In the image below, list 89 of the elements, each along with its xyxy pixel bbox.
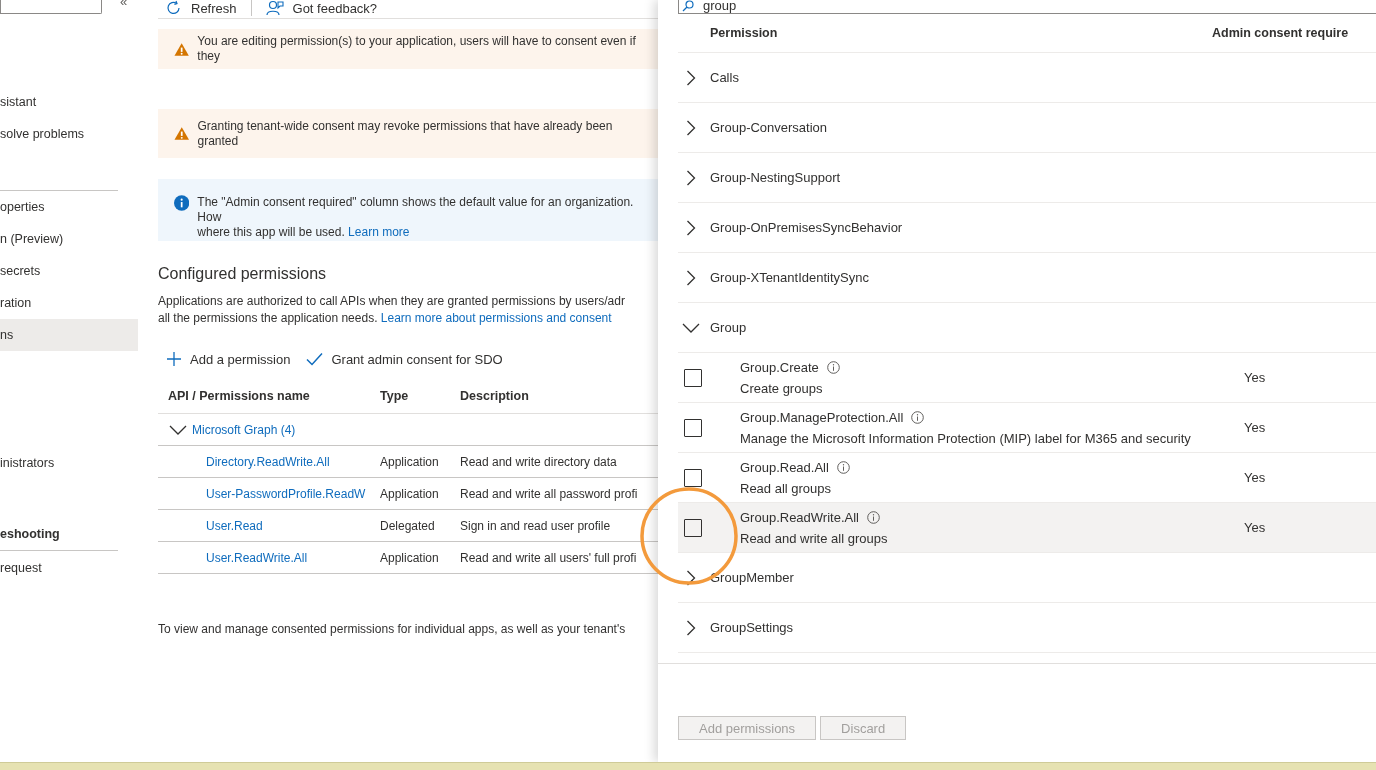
permission-group[interactable]: Group bbox=[710, 320, 747, 335]
permission-name: Group.Read.All bbox=[740, 459, 829, 475]
nav-item[interactable]: n (Preview) bbox=[0, 223, 138, 255]
refresh-icon bbox=[166, 0, 182, 16]
chevron-right-icon[interactable] bbox=[686, 119, 696, 136]
admin-consent-value: Yes bbox=[1244, 470, 1266, 485]
table-cell: Application bbox=[380, 486, 439, 501]
permission-group[interactable]: Calls bbox=[710, 70, 739, 85]
chevron-right-icon[interactable] bbox=[686, 219, 696, 236]
chevron-right-icon[interactable] bbox=[686, 619, 696, 636]
info-icon bbox=[174, 195, 190, 211]
nav-item[interactable]: secrets bbox=[0, 255, 138, 287]
permission-description: Create groups bbox=[740, 380, 824, 396]
grant-consent-button[interactable]: Grant admin consent for SDO bbox=[306, 351, 503, 367]
permission-group[interactable]: GroupSettings bbox=[710, 620, 794, 635]
section-description: Applications are authorized to call APIs when they are granted permissions by users/adr all the permissions the application needs. Learn more about permissions and consent bbox=[158, 293, 626, 327]
banner-message: Granting tenant-wide consent may revoke permissions that have already been granted bbox=[197, 118, 614, 149]
search-field[interactable] bbox=[0, 0, 102, 14]
table-cell: Read and write directory data bbox=[460, 454, 617, 469]
permission-description: Manage the Microsoft Information Protection (MIP) label for M365 and security bbox=[740, 430, 1192, 446]
chevron-right-icon[interactable] bbox=[686, 69, 696, 86]
chevron-right-icon[interactable] bbox=[686, 169, 696, 186]
chevron-right-icon[interactable] bbox=[686, 269, 696, 286]
api-group-toggle[interactable]: Microsoft Graph (4) bbox=[168, 422, 296, 437]
column-header: API / Permissions name bbox=[158, 379, 370, 414]
search-field[interactable]: group bbox=[678, 0, 1376, 14]
search-icon bbox=[682, 0, 694, 12]
warning-icon bbox=[174, 126, 190, 141]
permission-description: Read all groups bbox=[740, 480, 833, 496]
table-cell: Application bbox=[380, 454, 439, 469]
table-cell: Delegated bbox=[380, 518, 435, 533]
column-header: Type bbox=[370, 379, 450, 414]
permission-group[interactable]: Group-OnPremisesSyncBehavior bbox=[710, 220, 903, 235]
admin-consent-value: Yes bbox=[1244, 420, 1266, 435]
table-cell: Read and write all password profi bbox=[460, 486, 638, 501]
nav-item[interactable]: inistrators bbox=[0, 447, 138, 479]
section-title: Configured permissions bbox=[158, 265, 328, 283]
warning-icon bbox=[174, 41, 190, 57]
feedback-button[interactable]: Got feedback? bbox=[265, 0, 392, 17]
checkbox[interactable] bbox=[684, 468, 702, 487]
permission-row[interactable]: Group.ManageProtection.All Manage the Microsoft Information Protection (MIP) label for M365 and security Yes bbox=[678, 403, 1376, 453]
checkbox[interactable] bbox=[684, 518, 702, 537]
collapse-button[interactable]: « bbox=[120, 0, 128, 7]
add-permission-button[interactable]: Add a permission bbox=[166, 351, 291, 367]
nav-item[interactable]: operties bbox=[0, 191, 138, 223]
checkbox[interactable] bbox=[684, 368, 702, 387]
permission-row[interactable]: Group.Create Create groups Yes bbox=[678, 353, 1376, 403]
nav-item[interactable]: ration bbox=[0, 287, 138, 319]
permission-link[interactable]: User.ReadWrite.All bbox=[206, 550, 308, 565]
info-icon[interactable] bbox=[836, 460, 850, 474]
table-cell: Application bbox=[380, 550, 439, 565]
column-header: Permission bbox=[710, 26, 778, 40]
permission-group[interactable]: Group-Conversation bbox=[710, 120, 828, 135]
learn-more-link[interactable]: Learn more about permissions and consent bbox=[380, 311, 612, 325]
learn-more-link[interactable]: Learn more bbox=[348, 225, 410, 239]
permission-link[interactable]: User.Read bbox=[206, 518, 263, 533]
permission-name: Group.ReadWrite.All bbox=[740, 509, 859, 525]
footer-text: To view and manage consented permissions for individual apps, as well as your tenant's bbox=[158, 622, 627, 636]
permission-description: Read and write all groups bbox=[740, 530, 889, 546]
nav-item[interactable]: request bbox=[0, 552, 138, 584]
checkbox[interactable] bbox=[684, 418, 702, 437]
chevron-down-icon bbox=[168, 424, 188, 435]
nav-heading: eshooting bbox=[0, 526, 61, 543]
person-feedback-icon bbox=[265, 0, 284, 16]
plus-icon bbox=[166, 351, 182, 367]
table-cell: Sign in and read user profile bbox=[460, 518, 611, 533]
permission-link[interactable]: Directory.ReadWrite.All bbox=[206, 454, 330, 469]
admin-consent-value: Yes bbox=[1244, 520, 1266, 535]
permission-name: Group.ManageProtection.All bbox=[740, 409, 904, 425]
column-header: Admin consent require bbox=[1212, 26, 1349, 40]
nav-item[interactable]: ns bbox=[0, 319, 138, 351]
info-icon[interactable] bbox=[911, 410, 925, 424]
checkmark-icon bbox=[306, 352, 324, 366]
chevron-down-icon[interactable] bbox=[682, 322, 700, 333]
refresh-button[interactable]: Refresh bbox=[166, 0, 251, 17]
permission-name: Group.Create bbox=[740, 359, 819, 375]
nav-item[interactable]: solve problems bbox=[0, 118, 138, 150]
permission-group[interactable]: Group-NestingSupport bbox=[710, 170, 841, 185]
permission-group[interactable]: Group-XTenantIdentitySync bbox=[710, 270, 869, 285]
permission-group[interactable]: GroupMember bbox=[710, 570, 794, 585]
permission-link[interactable]: User-PasswordProfile.ReadW bbox=[206, 486, 366, 501]
banner-message: You are editing permission(s) to your application, users will have to consent even if they bbox=[197, 34, 637, 64]
permission-row[interactable]: Group.ReadWrite.All Read and write all groups Yes bbox=[678, 503, 1376, 553]
admin-consent-value: Yes bbox=[1244, 370, 1266, 385]
nav-item[interactable]: sistant bbox=[0, 86, 138, 118]
table-cell: Read and write all users' full profi bbox=[460, 550, 637, 565]
info-icon[interactable] bbox=[867, 510, 880, 524]
banner-message: The "Admin consent required" column shows the default value for an organization. How where this app will be used. Learn more bbox=[197, 195, 635, 240]
info-icon[interactable] bbox=[826, 360, 840, 374]
